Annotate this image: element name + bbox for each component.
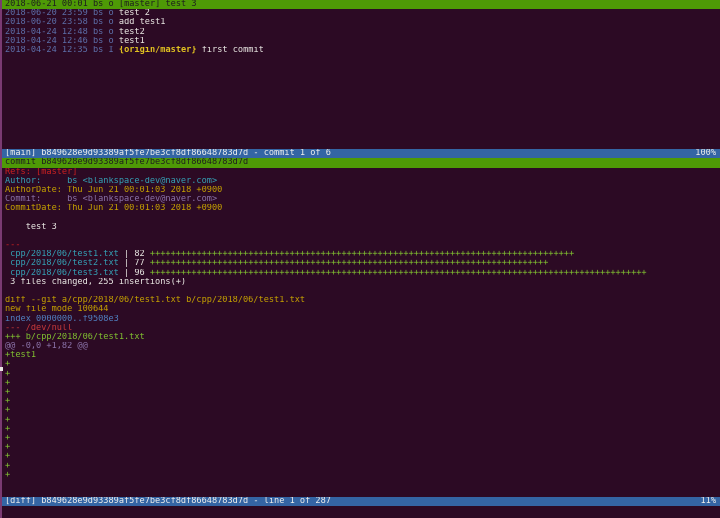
diff-added-line: + bbox=[5, 424, 11, 434]
diff-added-line: + bbox=[5, 443, 11, 453]
stat-file-path: cpp/2018/06/test1.txt bbox=[5, 250, 119, 260]
diff-added-line: + bbox=[5, 360, 11, 370]
log-author: bs bbox=[92, 36, 104, 46]
log-row[interactable]: 2018-06-20 23:59 bs o test 2 bbox=[2, 9, 720, 18]
log-date: 2018-04-24 12:48 bbox=[5, 27, 88, 37]
diff-added-line: + bbox=[5, 406, 11, 416]
log-refs: [master] bbox=[118, 0, 161, 9]
log-author: bs bbox=[92, 0, 104, 9]
log-message: test 2 bbox=[118, 9, 150, 19]
log-date: 2018-06-20 23:59 bbox=[5, 9, 88, 19]
diff-added-line: + bbox=[5, 470, 11, 480]
stat-summary: 3 files changed, 255 insertions(+) bbox=[5, 277, 187, 287]
scrollbar-thumb[interactable] bbox=[0, 367, 3, 371]
commit-header: commit b849628e9d93389af5fe7be3cf8df8664… bbox=[5, 158, 249, 168]
log-date: 2018-04-24 12:35 bbox=[5, 45, 88, 55]
log-refs: {origin/master} bbox=[118, 45, 197, 55]
diff-added-line: + bbox=[5, 397, 11, 407]
diff-status-percent: 11% bbox=[700, 497, 716, 506]
diff-minus-file: --- /dev/null bbox=[5, 323, 73, 333]
log-marker: o bbox=[108, 36, 114, 46]
log-marker: I bbox=[108, 45, 114, 55]
commit-committer: Commit: bs <blankspace-dev@naver.com> bbox=[5, 195, 218, 205]
log-row[interactable]: 2018-04-24 12:35 bs I {origin/master} fi… bbox=[2, 46, 720, 55]
main-status-percent: 100% bbox=[695, 149, 716, 159]
diff-status-text: [diff] b849628e9d93389af5fe7be3cf8df8664… bbox=[5, 497, 331, 506]
log-marker: o bbox=[108, 27, 114, 37]
commit-author: Author: bs <blankspace-dev@naver.com> bbox=[5, 176, 218, 186]
commit-message: test 3 bbox=[5, 222, 57, 232]
stat-count: 77 bbox=[134, 259, 145, 269]
diff-status-bar: [diff] b849628e9d93389af5fe7be3cf8df8664… bbox=[2, 497, 720, 507]
log-author: bs bbox=[92, 9, 104, 19]
stat-row: cpp/2018/06/test3.txt | 96 +++++++++++++… bbox=[2, 269, 720, 278]
stat-row: cpp/2018/06/test2.txt | 77 +++++++++++++… bbox=[2, 259, 720, 268]
stat-plus-bar: ++++++++++++++++++++++++++++++++++++++++… bbox=[144, 250, 575, 260]
log-marker: o bbox=[108, 18, 114, 28]
diff-header: diff --git a/cpp/2018/06/test1.txt b/cpp… bbox=[5, 296, 306, 306]
log-message: test 3 bbox=[165, 0, 197, 9]
diff-added-line: + bbox=[5, 452, 11, 462]
commit-header-bar: commit b849628e9d93389af5fe7be3cf8df8664… bbox=[2, 158, 720, 168]
log-row[interactable]: 2018-06-20 23:58 bs o add test1 bbox=[2, 18, 720, 27]
stat-file-path: cpp/2018/06/test2.txt bbox=[5, 259, 119, 269]
diff-added-line: + bbox=[5, 369, 11, 379]
diff-hunk: @@ -0,0 +1,82 @@ bbox=[5, 342, 88, 352]
stat-count: 96 bbox=[134, 268, 145, 278]
stat-file-path: cpp/2018/06/test3.txt bbox=[5, 268, 119, 278]
log-author: bs bbox=[92, 18, 104, 28]
log-row[interactable]: 2018-04-24 12:48 bs o test2 bbox=[2, 28, 720, 37]
tig-terminal: 2018-06-21 00:01 bs o [master] test 3 20… bbox=[0, 0, 720, 518]
diff-view: Refs: [master] Author: bs <blankspace-de… bbox=[2, 168, 720, 480]
diff-added-line: + bbox=[5, 415, 11, 425]
log-message: add test1 bbox=[118, 18, 166, 28]
commit-separator: --- bbox=[5, 241, 21, 250]
log-message: test2 bbox=[118, 27, 145, 37]
main-status-text: [main] b849628e9d93389af5fe7be3cf8df8664… bbox=[5, 149, 331, 159]
log-message: first commit bbox=[201, 45, 264, 55]
commit-refs: Refs: [master] bbox=[5, 167, 78, 177]
log-view: 2018-06-21 00:01 bs o [master] test 3 20… bbox=[2, 0, 720, 55]
log-date: 2018-06-21 00:01 bbox=[5, 0, 88, 9]
diff-first-line: +test1 bbox=[5, 351, 37, 361]
diff-added-line: + bbox=[5, 388, 11, 397]
commit-commit-date: CommitDate: Thu Jun 21 00:01:03 2018 +09… bbox=[5, 204, 223, 214]
stat-count: 82 bbox=[134, 250, 145, 260]
log-date: 2018-06-20 23:58 bbox=[5, 18, 88, 28]
stat-separator: | bbox=[118, 268, 135, 278]
log-author: bs bbox=[92, 27, 104, 37]
stat-plus-bar: ++++++++++++++++++++++++++++++++++++++++… bbox=[144, 268, 647, 278]
stat-plus-bar: ++++++++++++++++++++++++++++++++++++++++… bbox=[144, 259, 549, 269]
diff-added-line: + bbox=[5, 461, 11, 471]
diff-plus-file: +++ b/cpp/2018/06/test1.txt bbox=[5, 332, 145, 342]
commit-author-date: AuthorDate: Thu Jun 21 00:01:03 2018 +09… bbox=[5, 185, 223, 195]
log-date: 2018-04-24 12:46 bbox=[5, 36, 88, 46]
diff-index: index 0000000..f9508e3 bbox=[5, 314, 119, 324]
diff-mode: new file mode 100644 bbox=[5, 305, 109, 315]
log-marker: o bbox=[108, 0, 114, 9]
log-row[interactable]: 2018-04-24 12:46 bs o test1 bbox=[2, 37, 720, 46]
log-message: test1 bbox=[118, 36, 145, 46]
log-row-selected[interactable]: 2018-06-21 00:01 bs o [master] test 3 bbox=[2, 0, 720, 10]
stat-separator: | bbox=[118, 250, 135, 260]
main-status-bar: [main] b849628e9d93389af5fe7be3cf8df8664… bbox=[2, 149, 720, 159]
stat-row: cpp/2018/06/test1.txt | 82 +++++++++++++… bbox=[2, 250, 720, 259]
log-author: bs bbox=[92, 45, 104, 55]
diff-added-line: + bbox=[5, 433, 11, 443]
diff-added-line: + bbox=[5, 378, 11, 388]
stat-separator: | bbox=[118, 259, 135, 269]
log-marker: o bbox=[108, 9, 114, 19]
